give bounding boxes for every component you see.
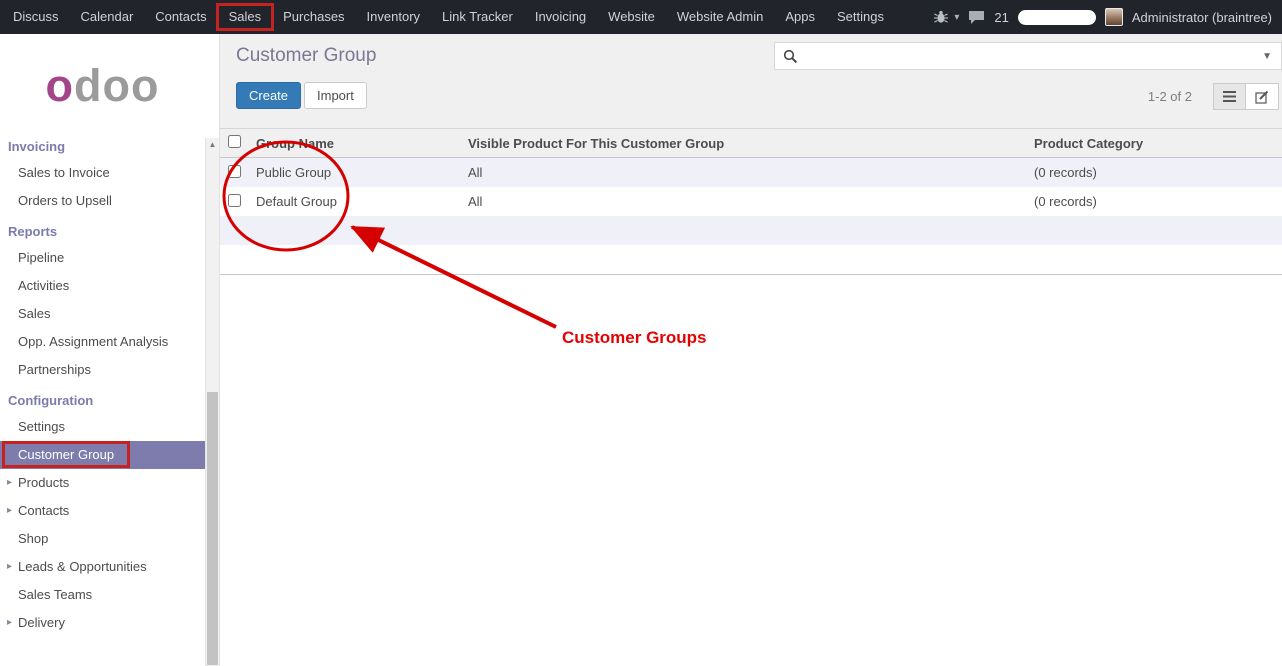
sidebar: odoo Invoicing Sales to Invoice Orders t… — [0, 34, 220, 666]
expand-arrow-icon: ▸ — [7, 609, 12, 637]
sidebar-item-orders-to-upsell[interactable]: Orders to Upsell — [0, 187, 206, 215]
menu-contacts[interactable]: Contacts — [144, 0, 217, 34]
expand-arrow-icon: ▸ — [7, 469, 12, 497]
row-checkbox[interactable] — [228, 194, 241, 207]
cell-product-category: (0 records) — [1026, 187, 1282, 216]
cell-group-name: Public Group — [248, 158, 460, 188]
row-checkbox[interactable] — [228, 165, 241, 178]
sidebar-item-customer-group[interactable]: Customer Group — [0, 441, 206, 469]
search-icon — [783, 49, 798, 64]
sidebar-item-shop[interactable]: Shop — [0, 525, 206, 553]
sidebar-item-delivery[interactable]: ▸ Delivery — [0, 609, 206, 637]
search-input[interactable] — [802, 44, 1253, 68]
main-content: Customer Group ▼ Create Import 1-2 of 2 — [220, 34, 1282, 666]
list-view: Group Name Visible Product For This Cust… — [220, 128, 1282, 275]
odoo-logo: odoo — [0, 34, 219, 130]
user-avatar[interactable] — [1105, 8, 1123, 26]
table-empty-row — [220, 245, 1282, 274]
section-title-invoicing: Invoicing — [0, 130, 219, 159]
create-button[interactable]: Create — [236, 82, 301, 109]
sidebar-item-activities[interactable]: Activities — [0, 272, 206, 300]
column-header-visible-product[interactable]: Visible Product For This Customer Group — [460, 129, 1026, 158]
top-navbar: Discuss Calendar Contacts Sales Purchase… — [0, 0, 1282, 34]
menu-discuss[interactable]: Discuss — [2, 0, 70, 34]
cell-visible-product: All — [460, 158, 1026, 188]
search-dropdown-caret-icon[interactable]: ▼ — [1253, 51, 1281, 62]
sidebar-item-contacts[interactable]: ▸ Contacts — [0, 497, 206, 525]
menu-invoicing[interactable]: Invoicing — [524, 0, 597, 34]
menu-sales-label: Sales — [229, 9, 262, 24]
sidebar-item-sales[interactable]: Sales — [0, 300, 206, 328]
expand-arrow-icon: ▸ — [7, 497, 12, 525]
section-title-reports: Reports — [0, 215, 219, 244]
menu-purchases[interactable]: Purchases — [272, 0, 355, 34]
sidebar-item-leads-opportunities-label: Leads & Opportunities — [18, 559, 147, 574]
form-view-button[interactable] — [1246, 83, 1279, 110]
sidebar-item-sales-teams[interactable]: Sales Teams — [0, 581, 206, 609]
sidebar-section-invoicing: Invoicing Sales to Invoice Orders to Ups… — [0, 130, 219, 215]
form-view-icon — [1255, 90, 1269, 104]
menu-inventory[interactable]: Inventory — [356, 0, 431, 34]
table-header-row: Group Name Visible Product For This Cust… — [220, 129, 1282, 158]
menu-calendar[interactable]: Calendar — [70, 0, 145, 34]
sidebar-item-leads-opportunities[interactable]: ▸ Leads & Opportunities — [0, 553, 206, 581]
customer-group-table: Group Name Visible Product For This Cust… — [220, 128, 1282, 275]
topbar-right-cluster: ▾ 21 Administrator (braintree) — [933, 8, 1282, 26]
list-view-button[interactable] — [1213, 83, 1246, 110]
list-view-icon — [1223, 91, 1236, 102]
pager: 1-2 of 2 — [1148, 89, 1192, 104]
cell-visible-product: All — [460, 187, 1026, 216]
cell-group-name: Default Group — [248, 187, 460, 216]
sidebar-item-products[interactable]: ▸ Products — [0, 469, 206, 497]
select-all-checkbox[interactable] — [228, 135, 241, 148]
bug-icon[interactable] — [933, 10, 949, 24]
sidebar-item-delivery-label: Delivery — [18, 615, 65, 630]
logo-letter: o — [46, 60, 75, 111]
menu-apps[interactable]: Apps — [774, 0, 826, 34]
sidebar-item-settings[interactable]: Settings — [0, 413, 206, 441]
view-switcher — [1213, 83, 1279, 110]
section-title-configuration: Configuration — [0, 384, 219, 413]
menu-link-tracker[interactable]: Link Tracker — [431, 0, 524, 34]
messages-count: 21 — [994, 10, 1008, 25]
sidebar-section-reports: Reports Pipeline Activities Sales Opp. A… — [0, 215, 219, 384]
sidebar-item-opp-assignment-analysis[interactable]: Opp. Assignment Analysis — [0, 328, 206, 356]
scrollbar-up-icon[interactable]: ▲ — [206, 138, 219, 152]
menu-website[interactable]: Website — [597, 0, 666, 34]
menu-website-admin[interactable]: Website Admin — [666, 0, 774, 34]
scrollbar-thumb[interactable] — [207, 392, 218, 665]
sidebar-scrollbar[interactable]: ▲ — [205, 138, 219, 666]
bug-dropdown-caret-icon[interactable]: ▾ — [954, 12, 959, 23]
messages-icon[interactable] — [968, 10, 985, 25]
page-title: Customer Group — [236, 45, 376, 67]
status-pill — [1018, 10, 1096, 25]
logo-letters: doo — [74, 60, 159, 111]
sidebar-item-sales-to-invoice[interactable]: Sales to Invoice — [0, 159, 206, 187]
cell-product-category: (0 records) — [1026, 158, 1282, 188]
import-button[interactable]: Import — [304, 82, 367, 109]
sidebar-item-partnerships[interactable]: Partnerships — [0, 356, 206, 384]
column-header-product-category[interactable]: Product Category — [1026, 129, 1282, 158]
sidebar-section-configuration: Configuration Settings Customer Group ▸ … — [0, 384, 219, 637]
control-panel: Customer Group ▼ Create Import 1-2 of 2 — [220, 34, 1282, 128]
sidebar-item-contacts-label: Contacts — [18, 503, 69, 518]
table-empty-row — [220, 216, 1282, 245]
user-menu[interactable]: Administrator (braintree) — [1132, 10, 1272, 25]
expand-arrow-icon: ▸ — [7, 553, 12, 581]
sidebar-item-pipeline[interactable]: Pipeline — [0, 244, 206, 272]
sidebar-item-customer-group-label: Customer Group — [18, 447, 114, 462]
table-row[interactable]: Public Group All (0 records) — [220, 158, 1282, 188]
menu-sales[interactable]: Sales — [218, 0, 273, 34]
menu-settings[interactable]: Settings — [826, 0, 895, 34]
column-header-group-name[interactable]: Group Name — [248, 129, 460, 158]
sidebar-item-products-label: Products — [18, 475, 69, 490]
table-row[interactable]: Default Group All (0 records) — [220, 187, 1282, 216]
search-bar[interactable]: ▼ — [774, 42, 1282, 70]
